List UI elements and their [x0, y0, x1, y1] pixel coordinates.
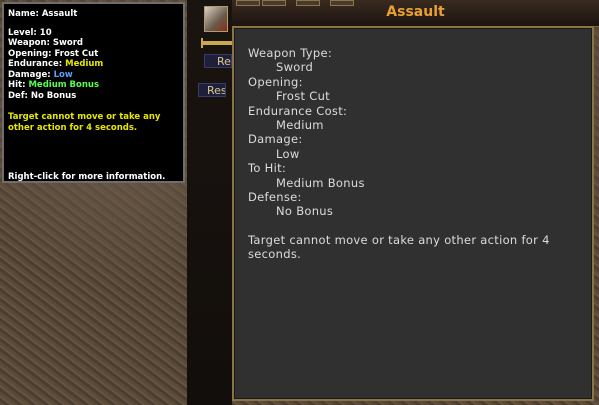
window-title: Assault: [386, 4, 445, 20]
opening-value: Frost Cut: [276, 89, 330, 104]
tooltip-label: Opening:: [8, 48, 52, 59]
tooltip-value: Medium: [65, 59, 104, 69]
tooltip-label: Hit:: [8, 80, 26, 90]
to-hit-label: To Hit:: [248, 161, 287, 176]
tooltip-value: No Bonus: [30, 90, 77, 101]
weapon-type-value: Sword: [276, 60, 314, 75]
to-hit-value: Medium Bonus: [276, 175, 365, 190]
damage-value: Low: [276, 146, 300, 161]
damage-label: Damage:: [248, 132, 303, 147]
tooltip-label: Def:: [8, 90, 28, 101]
endurance-value: Medium: [276, 118, 324, 133]
tooltip-hint: Right-click for more information.: [8, 172, 166, 182]
endurance-label: Endurance Cost:: [248, 103, 348, 118]
opening-label: Opening:: [248, 74, 303, 89]
tooltip-level-row: Level: 10: [8, 28, 179, 39]
tooltip-value: 10: [39, 27, 52, 38]
tooltip-value: Frost Cut: [54, 48, 99, 59]
defense-value: No Bonus: [276, 204, 334, 219]
tooltip-label: Level:: [8, 27, 37, 38]
reset-button[interactable]: Rese: [198, 83, 226, 97]
tooltip-label: Damage:: [8, 69, 51, 80]
tooltip-opening-row: Opening: Frost Cut: [8, 49, 179, 60]
tooltip-value: Low: [53, 69, 73, 80]
weapon-type-label: Weapon Type:: [248, 46, 332, 60]
tooltip-name-row: Name: Assault: [8, 9, 179, 20]
tooltip-value: Medium Bonus: [28, 80, 100, 90]
tooltip-endurance-row: Endurance: Medium: [8, 59, 179, 70]
tooltip-value: Assault: [41, 9, 78, 19]
defense-label: Defense:: [248, 190, 302, 205]
tooltip-def-row: Def: No Bonus: [8, 91, 179, 102]
tooltip-hit-row: Hit: Medium Bonus: [8, 80, 179, 91]
sword-slash-icon[interactable]: [204, 6, 228, 32]
tooltip-label: Weapon:: [8, 38, 50, 48]
slider-handle[interactable]: [201, 38, 232, 48]
tooltip-label: Name:: [8, 9, 39, 19]
tooltip-weapon-row: Weapon: Sword: [8, 38, 179, 49]
info-content: Weapon Type: Sword Opening: Frost Cut En…: [248, 46, 583, 262]
tooltip-value: Sword: [52, 38, 84, 48]
description-text: Target cannot move or take any other act…: [248, 232, 550, 262]
combat-style-info-window: Weapon Type: Sword Opening: Frost Cut En…: [232, 26, 594, 401]
tooltip-description: Target cannot move or take any other act…: [8, 112, 161, 133]
reset-button-partial[interactable]: Re: [204, 54, 232, 68]
ability-tooltip: Name: Assault Level: 10 Weapon: Sword Op…: [2, 2, 185, 183]
tooltip-damage-row: Damage: Low: [8, 70, 179, 81]
tooltip-label: Endurance:: [8, 59, 63, 69]
